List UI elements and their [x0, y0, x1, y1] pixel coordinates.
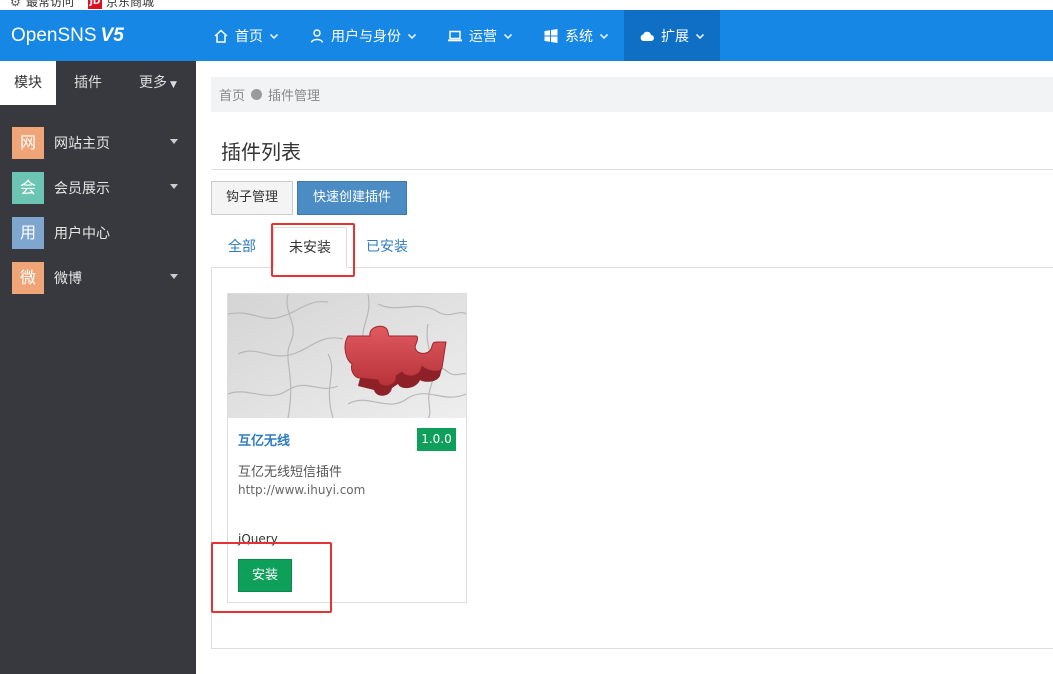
- nav-system[interactable]: 系统: [528, 10, 624, 61]
- plugin-thumbnail: [228, 294, 466, 418]
- caret-down-icon: ▼: [170, 80, 177, 90]
- module-badge: 会: [12, 171, 44, 204]
- chevron-down-icon: [695, 33, 705, 39]
- plugin-description: 互亿无线短信插件: [238, 465, 343, 480]
- bookmark-jd[interactable]: JD 京东商城: [88, 0, 154, 10]
- plugin-url: http://www.ihuyi.com: [238, 483, 366, 497]
- brand-logo[interactable]: OpenSNS V5: [11, 10, 124, 61]
- sidebar-item-label: 微博: [54, 270, 82, 287]
- hook-manage-button[interactable]: 钩子管理: [211, 181, 293, 215]
- jd-icon: JD: [88, 0, 102, 9]
- home-icon: [214, 28, 228, 43]
- breadcrumb-current: 插件管理: [268, 89, 321, 104]
- tab-all[interactable]: 全部: [219, 227, 265, 268]
- caret-down-icon: [170, 274, 178, 279]
- sidebar: 模块 插件 更多 ▼ 网 网站主页 会 会员展示 用 用户中心 微 微博: [0, 61, 196, 674]
- sidebar-tab-plugins[interactable]: 插件: [56, 61, 120, 105]
- nav-operations[interactable]: 运营: [432, 10, 528, 61]
- bookmark-most-visited[interactable]: ⚙ 最常访问: [10, 0, 74, 10]
- chevron-down-icon: [407, 33, 417, 39]
- windows-icon: [544, 28, 558, 43]
- sidebar-item-label: 会员展示: [54, 180, 110, 197]
- breadcrumb-separator-icon: [251, 89, 263, 100]
- user-icon: [310, 28, 324, 43]
- cloud-icon: [640, 31, 654, 41]
- sidebar-item-user-center[interactable]: 用 用户中心: [0, 210, 196, 255]
- sidebar-item-label: 网站主页: [54, 135, 110, 152]
- caret-down-icon: [170, 184, 178, 189]
- sidebar-menu: 网 网站主页 会 会员展示 用 用户中心 微 微博: [0, 105, 196, 300]
- tab-installed[interactable]: 已安装: [357, 227, 417, 268]
- breadcrumb-home[interactable]: 首页: [219, 85, 245, 104]
- breadcrumb: 首页 插件管理: [211, 77, 1053, 112]
- plugin-name[interactable]: 互亿无线: [238, 430, 290, 449]
- sidebar-item-weibo[interactable]: 微 微博: [0, 255, 196, 300]
- chevron-down-icon: [269, 33, 279, 39]
- sidebar-tabs: 模块 插件 更多 ▼: [0, 61, 196, 105]
- sidebar-item-members[interactable]: 会 会员展示: [0, 165, 196, 210]
- top-navbar: OpenSNS V5 首页 用户与身份 运营 系统 扩展: [0, 10, 1053, 61]
- module-badge: 微: [12, 261, 44, 294]
- bookmarks-bar: ⚙ 最常访问 JD 京东商城: [0, 0, 1053, 10]
- laptop-icon: [448, 30, 462, 41]
- nav-extensions[interactable]: 扩展: [624, 10, 720, 61]
- chevron-down-icon: [503, 33, 513, 39]
- sidebar-tab-modules[interactable]: 模块: [0, 61, 56, 105]
- highlight-box-install: [211, 542, 332, 613]
- highlight-box-tab: [271, 223, 355, 277]
- page-title: 插件列表: [221, 140, 301, 164]
- title-divider: [211, 169, 1053, 170]
- gear-icon: ⚙: [10, 0, 21, 9]
- module-badge: 网: [12, 126, 44, 159]
- caret-down-icon: [170, 139, 178, 144]
- plugin-version-badge: 1.0.0: [417, 428, 456, 451]
- sidebar-item-label: 用户中心: [54, 225, 110, 242]
- chevron-down-icon: [599, 33, 609, 39]
- main-nav: 首页 用户与身份 运营 系统 扩展: [198, 10, 720, 61]
- module-badge: 用: [12, 216, 44, 249]
- nav-home[interactable]: 首页: [198, 10, 294, 61]
- sidebar-tab-more[interactable]: 更多 ▼: [120, 61, 196, 105]
- puzzle-image: [228, 294, 466, 418]
- quick-create-plugin-button[interactable]: 快速创建插件: [297, 181, 407, 215]
- sidebar-item-home[interactable]: 网 网站主页: [0, 120, 196, 165]
- nav-users[interactable]: 用户与身份: [294, 10, 432, 61]
